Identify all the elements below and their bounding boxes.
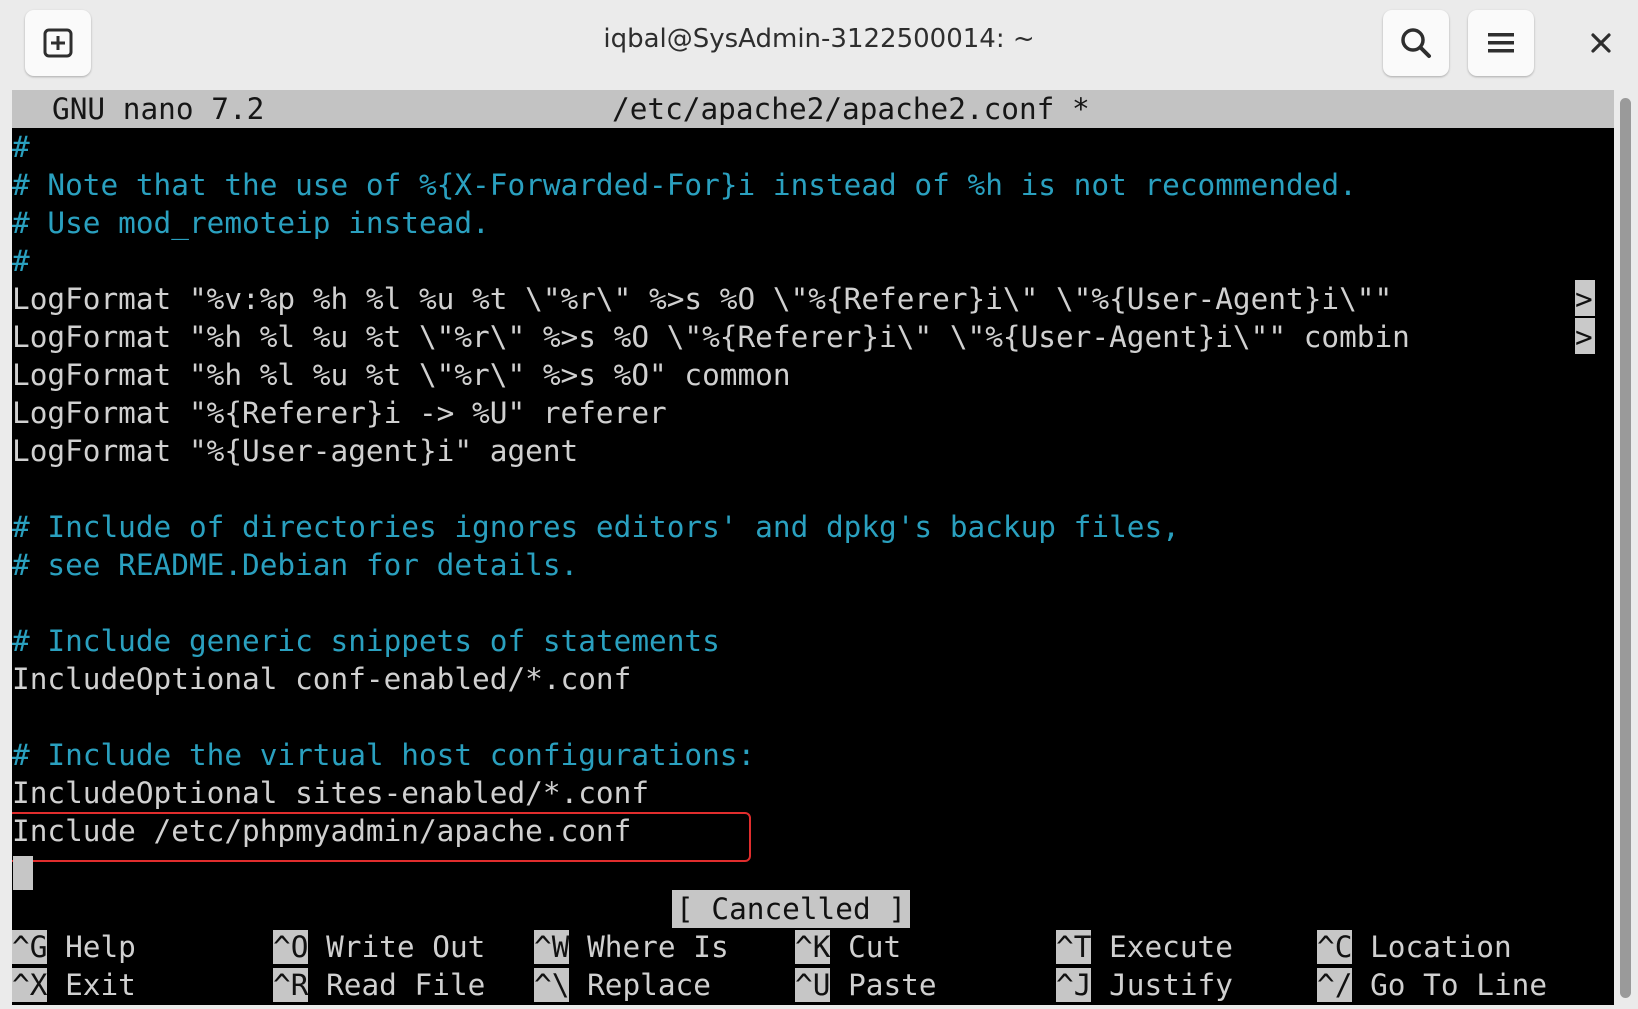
editor-line-text: # Include generic snippets of statements (12, 624, 720, 658)
scrollbar-thumb[interactable] (1620, 98, 1631, 998)
status-message: [ Cancelled ] (672, 890, 911, 928)
close-button[interactable] (1576, 18, 1626, 68)
shortcut-label: Location (1352, 930, 1512, 964)
editor-line[interactable]: LogFormat "%h %l %u %t \"%r\" %>s %O \"%… (12, 318, 1595, 356)
editor-line-text: # Include of directories ignores editors… (12, 510, 1180, 544)
editor-line-text: IncludeOptional sites-enabled/*.conf (12, 776, 650, 810)
editor-line-text: # Include the virtual host configuration… (12, 738, 756, 772)
editor-line[interactable]: # (12, 128, 30, 166)
editor-line[interactable]: # Include the virtual host configuration… (12, 736, 755, 774)
shortcut-key: ^R (273, 968, 309, 1002)
nano-title-bar: GNU nano 7.2 /etc/apache2/apache2.conf * (12, 90, 1614, 128)
editor-line[interactable]: # Use mod_remoteip instead. (12, 204, 490, 242)
annotation-highlight-box (12, 812, 751, 862)
editor-line[interactable]: # Include generic snippets of statements (12, 622, 720, 660)
terminal-view[interactable]: GNU nano 7.2 /etc/apache2/apache2.conf *… (12, 90, 1614, 1005)
editor-line-text: # Note that the use of %{X-Forwarded-For… (12, 168, 1357, 202)
shortcut-label: Go To Line (1352, 968, 1548, 1002)
shortcut-label: Exit (47, 968, 136, 1002)
shortcut-label: Write Out (308, 930, 486, 964)
shortcut-key: ^\ (534, 968, 570, 1002)
shortcut-key: ^W (534, 930, 570, 964)
editor-line-text: LogFormat "%{Referer}i -> %U" referer (12, 396, 667, 430)
shortcut-label: Help (47, 930, 136, 964)
editor-line[interactable]: LogFormat "%{Referer}i -> %U" referer (12, 394, 667, 432)
shortcut-label: Paste (830, 968, 937, 1002)
editor-line-text: LogFormat "%h %l %u %t \"%r\" %>s %O \"%… (12, 320, 1410, 354)
hamburger-menu-icon (1488, 33, 1514, 53)
editor-line-text: # see README.Debian for details. (12, 548, 579, 582)
shortcut-key: ^K (795, 930, 831, 964)
shortcut-label: Where Is (569, 930, 729, 964)
editor-line[interactable]: # (12, 242, 30, 280)
editor-line-text: # (12, 244, 30, 278)
editor-line-text: LogFormat "%h %l %u %t \"%r\" %>s %O" co… (12, 358, 791, 392)
search-button[interactable] (1383, 10, 1449, 76)
line-overflow-indicator: > (1575, 318, 1595, 354)
editor-line[interactable]: IncludeOptional conf-enabled/*.conf (12, 660, 631, 698)
shortcut-label: Read File (308, 968, 486, 1002)
shortcut-key: ^T (1056, 930, 1092, 964)
menu-button[interactable] (1468, 10, 1534, 76)
shortcut-item: ^/ Go To Line (1317, 966, 1547, 1004)
shortcut-item: ^T Execute (1056, 928, 1233, 966)
shortcut-label: Execute (1091, 930, 1233, 964)
shortcut-item: ^\ Replace (534, 966, 711, 1004)
shortcut-key: ^J (1056, 968, 1092, 1002)
shortcut-item: ^C Location (1317, 928, 1512, 966)
shortcut-item: ^X Exit (12, 966, 136, 1004)
editor-line-text: # Use mod_remoteip instead. (12, 206, 490, 240)
editor-line[interactable]: LogFormat "%v:%p %h %l %u %t \"%r\" %>s … (12, 280, 1595, 318)
shortcut-key: ^C (1317, 930, 1353, 964)
editor-line-text: IncludeOptional conf-enabled/*.conf (12, 662, 632, 696)
text-cursor (13, 856, 33, 890)
editor-line[interactable]: LogFormat "%{User-agent}i" agent (12, 432, 578, 470)
shortcut-item: ^K Cut (795, 928, 901, 966)
nano-version: GNU nano 7.2 (52, 92, 265, 126)
shortcut-item: ^G Help (12, 928, 136, 966)
shortcut-key: ^G (12, 930, 48, 964)
shortcut-item: ^R Read File (273, 966, 485, 1004)
shortcut-item: ^J Justify (1056, 966, 1233, 1004)
shortcut-label: Replace (569, 968, 711, 1002)
shortcut-key: ^O (273, 930, 309, 964)
editor-line[interactable]: # Note that the use of %{X-Forwarded-For… (12, 166, 1357, 204)
shortcut-key: ^/ (1317, 968, 1353, 1002)
editor-line[interactable]: # Include of directories ignores editors… (12, 508, 1180, 546)
shortcut-key: ^U (795, 968, 831, 1002)
editor-line[interactable]: # see README.Debian for details. (12, 546, 578, 584)
editor-line-text: LogFormat "%{User-agent}i" agent (12, 434, 579, 468)
editor-line-text: # (12, 130, 30, 164)
shortcut-item: ^W Where Is (534, 928, 729, 966)
line-overflow-indicator: > (1575, 280, 1595, 316)
shortcut-label: Cut (830, 930, 902, 964)
nano-filename: /etc/apache2/apache2.conf * (612, 92, 1090, 126)
window-titlebar: iqbal@SysAdmin-3122500014: ~ (0, 0, 1638, 90)
editor-line[interactable]: LogFormat "%h %l %u %t \"%r\" %>s %O" co… (12, 356, 791, 394)
search-icon (1401, 28, 1431, 58)
shortcut-item: ^O Write Out (273, 928, 485, 966)
scrollbar[interactable] (1614, 90, 1638, 1009)
close-icon (1591, 33, 1611, 53)
editor-line-text: LogFormat "%v:%p %h %l %u %t \"%r\" %>s … (12, 282, 1410, 316)
shortcut-label: Justify (1091, 968, 1233, 1002)
shortcut-key: ^X (12, 968, 48, 1002)
editor-line[interactable]: IncludeOptional sites-enabled/*.conf (12, 774, 649, 812)
shortcut-item: ^U Paste (795, 966, 937, 1004)
